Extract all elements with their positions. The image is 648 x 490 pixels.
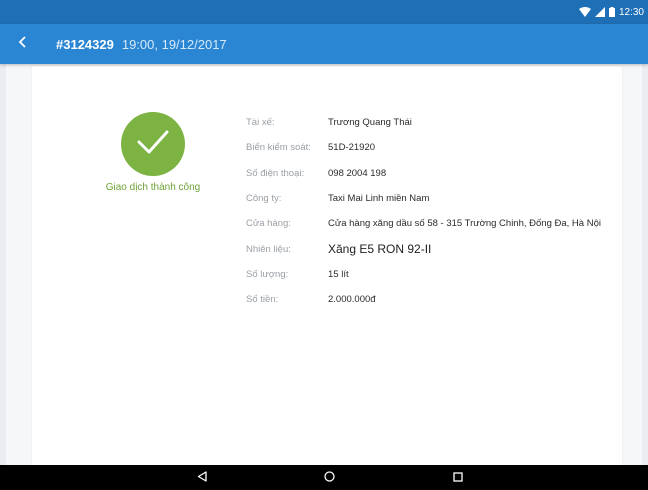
detail-label: Số lượng: bbox=[246, 268, 289, 280]
checkmark-icon bbox=[136, 129, 170, 160]
detail-row-amount: Số tiền: 2.000.000đ bbox=[246, 287, 601, 312]
detail-label: Nhiên liệu: bbox=[246, 243, 291, 255]
order-time: 19:00, 19/12/2017 bbox=[121, 36, 227, 52]
nav-back-button[interactable] bbox=[190, 465, 214, 490]
nav-recents-button[interactable] bbox=[446, 465, 470, 490]
signal-icon bbox=[594, 7, 605, 17]
detail-value: Taxi Mai Linh miền Nam bbox=[328, 193, 430, 205]
detail-value: 2.000.000đ bbox=[328, 294, 376, 306]
system-nav-bar bbox=[0, 465, 648, 490]
nav-home-button[interactable] bbox=[317, 465, 341, 490]
detail-label: Cửa hàng: bbox=[246, 218, 291, 230]
app-bar: #3124329 19:00, 19/12/2017 bbox=[0, 24, 648, 64]
success-badge bbox=[121, 112, 185, 176]
transaction-details: Tài xế: Trương Quang Thái Biển kiểm soát… bbox=[246, 110, 601, 312]
chevron-left-icon bbox=[18, 35, 28, 53]
nav-home-icon bbox=[323, 469, 335, 487]
nav-back-icon bbox=[197, 469, 207, 487]
detail-label: Công ty: bbox=[246, 193, 282, 205]
detail-row-phone: Số điện thoại: 098 2004 198 bbox=[246, 161, 601, 186]
back-button[interactable] bbox=[0, 24, 46, 64]
detail-label: Tài xế: bbox=[246, 117, 275, 129]
detail-value: 15 lít bbox=[328, 268, 349, 280]
detail-row-company: Công ty: Taxi Mai Linh miền Nam bbox=[246, 186, 601, 211]
detail-row-driver: Tài xế: Trương Quang Thái bbox=[246, 110, 601, 135]
detail-label: Số tiền: bbox=[246, 294, 279, 306]
detail-row-plate: Biển kiểm soát: 51D-21920 bbox=[246, 135, 601, 160]
detail-value: 098 2004 198 bbox=[328, 167, 387, 179]
status-time: 12:30 bbox=[618, 6, 644, 18]
detail-row-store: Cửa hàng: Cửa hàng xăng dầu số 58 - 315 … bbox=[246, 211, 601, 236]
content-area: Giao dịch thành công Tài xế: Trương Quan… bbox=[6, 64, 642, 465]
transaction-card: Giao dịch thành công Tài xế: Trương Quan… bbox=[32, 66, 622, 465]
detail-row-quantity: Số lượng: 15 lít bbox=[246, 262, 601, 287]
order-id: #3124329 bbox=[56, 36, 114, 52]
nav-recents-icon bbox=[453, 469, 463, 487]
detail-value: 51D-21920 bbox=[328, 142, 376, 154]
battery-icon bbox=[608, 7, 615, 17]
status-bar: 12:30 bbox=[0, 0, 648, 24]
detail-label: Biển kiểm soát: bbox=[246, 142, 311, 154]
success-text: Giao dịch thành công bbox=[105, 182, 201, 193]
detail-value: Xăng E5 RON 92-II bbox=[328, 242, 432, 257]
detail-value: Cửa hàng xăng dầu số 58 - 315 Trường Chi… bbox=[328, 218, 601, 230]
detail-value: Trương Quang Thái bbox=[328, 117, 412, 129]
detail-label: Số điện thoại: bbox=[246, 167, 305, 179]
detail-row-fuel: Nhiên liệu: Xăng E5 RON 92-II bbox=[246, 236, 601, 261]
wifi-icon bbox=[578, 7, 591, 17]
